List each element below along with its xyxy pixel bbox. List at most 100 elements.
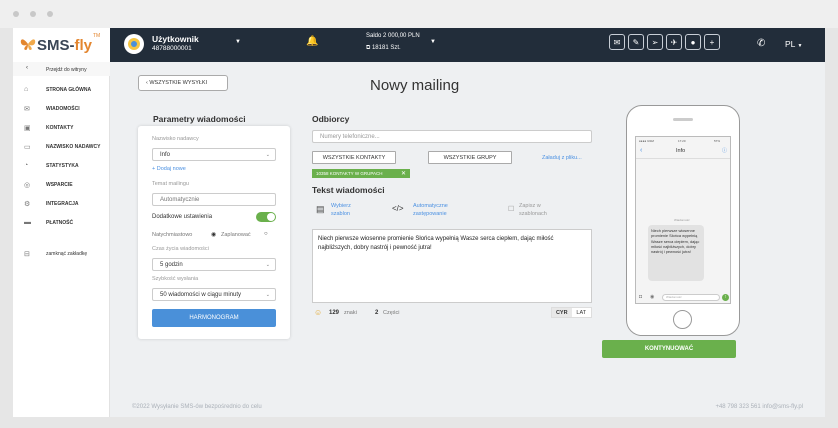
all-groups-button[interactable]: WSZYSTKIE GRUPY [428, 151, 512, 164]
add-sender-link[interactable]: + Dodaj nowe [152, 166, 186, 172]
sidebar-item-statistics[interactable]: ◔ STATYSTYKA [13, 159, 110, 173]
apps-icon: ◉ [650, 294, 655, 300]
close-icon[interactable]: ✕ [401, 170, 406, 177]
lifetime-select[interactable]: 5 godzin ⌄ [152, 258, 276, 271]
back-icon: ‹ [640, 147, 643, 154]
logo-text: SMS-fly [37, 37, 93, 54]
template-icon: ▤ [316, 204, 325, 214]
support-icon: ◎ [24, 182, 31, 189]
user-id: 48788000001 [152, 45, 192, 52]
preview-contact: Info [676, 148, 686, 154]
schedule-button[interactable]: HARMONOGRAM [152, 309, 276, 327]
integration-icon: ⚙ [24, 201, 31, 208]
email-icon[interactable]: ✉ [609, 34, 625, 50]
immediately-label: Natychmiastowo [152, 232, 193, 238]
footer-contact: +48 798 323 561 info@sms-fly.pl [715, 404, 803, 410]
phone-numbers-placeholder: Numery telefoniczne... [320, 133, 380, 140]
camera-icon: ◘ [639, 294, 643, 300]
chart-icon: ◔ [24, 162, 29, 169]
contacts-tag[interactable]: 10358 KONTAKTY W GRUPACH ✕ [312, 169, 410, 178]
page-title: Nowy mailing [370, 77, 460, 94]
sidebar-item-payment[interactable]: ▬ PŁATNOŚĆ [13, 216, 110, 230]
message-textarea[interactable]: Niech pierwsze wiosenne promienie Słońca… [312, 229, 592, 303]
preview-input: Wiadomość [662, 294, 720, 301]
sidebar-item-messages[interactable]: ✉ WIADOMOŚCI [13, 102, 110, 116]
subject-label: Temat mailingu [152, 181, 189, 187]
sidebar-item-sender[interactable]: ▭ NAZWISKO NADAWCY [13, 140, 110, 154]
subject-input[interactable]: Automatycznie [152, 193, 276, 206]
continue-button[interactable]: KONTYNUOWAĆ [602, 340, 736, 358]
subject-value: Automatycznie [160, 196, 200, 203]
sidebar-item-support[interactable]: ◎ WSPARCIE [13, 178, 110, 192]
all-contacts-button[interactable]: WSZYSTKIE KONTAKTY [312, 151, 396, 164]
schedule-radio[interactable]: ○ [264, 231, 268, 237]
phone-numbers-input[interactable]: Numery telefoniczne... [312, 130, 592, 143]
back-to-site-link[interactable]: ‹ Przejdź do witryny [13, 62, 110, 76]
all-mailings-button[interactable]: ‹ WSZYSTKIE WYSYŁKI [138, 75, 228, 91]
save-checkbox[interactable]: ☐ [508, 205, 514, 213]
params-title: Parametry wiadomości [153, 114, 246, 124]
envelope-icon: ✉ [24, 106, 30, 113]
sidebar-item-contacts[interactable]: ▣ KONTAKTY [13, 121, 110, 135]
sidebar-item-home[interactable]: ⌂ STRONA GŁÓWNA [13, 83, 110, 97]
sidebar-item-label: INTEGRACJA [46, 201, 79, 207]
preview-input-placeholder: Wiadomość [666, 295, 682, 299]
phone-screen: ●●●● GSM 17:20 57% ‹ Info ⓘ Wiadomość Ni… [635, 136, 731, 304]
sms-count-row: ⧉ 18181 Szt. [366, 45, 401, 52]
paperclip-icon[interactable]: ✎ [628, 34, 644, 50]
immediately-radio[interactable]: ◉ [211, 231, 216, 238]
send-outline-icon[interactable]: ➢ [647, 34, 663, 50]
sender-select[interactable]: Info ⌄ [152, 148, 276, 161]
lat-toggle[interactable]: LAT [572, 308, 592, 317]
sender-icon: ▭ [24, 144, 31, 151]
cyr-toggle[interactable]: CYR [552, 308, 572, 317]
sidebar-collapse[interactable]: ⊟ zamknąć zakładkę [13, 247, 110, 261]
schedule-label: Zaplanować [221, 232, 251, 238]
info-icon: ⓘ [722, 148, 728, 154]
contacts-tag-label: 10358 KONTAKTY W GRUPACH [316, 171, 383, 176]
phone-preview: ●●●● GSM 17:20 57% ‹ Info ⓘ Wiadomość Ni… [626, 105, 740, 336]
collapse-icon: ⊟ [24, 251, 30, 258]
language-chevron-icon: ▼ [797, 43, 803, 49]
footer-copyright: ©2022 Wysyłanie SMS-ów bezpośrednio do c… [132, 404, 262, 410]
lifetime-value: 5 godzin [160, 261, 183, 268]
auto-replace-link[interactable]: Automatyczne zastępowanie [413, 202, 448, 219]
choose-template-link[interactable]: Wybierz szablon [331, 202, 351, 219]
window-maximize-dot[interactable] [47, 11, 53, 17]
preview-time-label: Wiadomość [674, 218, 690, 222]
parts-count: 2 [375, 310, 379, 316]
group-icon[interactable]: ● [685, 34, 701, 50]
upload-file-link[interactable]: Załaduj z pliku... [542, 155, 582, 161]
add-channel-button[interactable]: + [704, 34, 720, 50]
logo[interactable]: SMS-fly TM [13, 28, 110, 62]
emoji-icon[interactable]: ☺ [314, 308, 322, 317]
status-battery: 57% [714, 139, 721, 143]
bell-icon[interactable]: 🔔 [306, 36, 318, 47]
window-close-dot[interactable] [13, 11, 19, 17]
user-menu-chevron-icon[interactable]: ▼ [235, 39, 241, 45]
phone-icon[interactable]: ✆ [757, 38, 765, 49]
sidebar: ‹ Przejdź do witryny ⌂ STRONA GŁÓWNA ✉ WIA… [13, 62, 110, 417]
speed-select[interactable]: 50 wiadomości w ciągu minuty ⌄ [152, 288, 276, 301]
phone-speaker [673, 118, 693, 121]
avatar-icon [128, 38, 140, 50]
lifetime-label: Czas życia wiadomości [152, 246, 209, 252]
sidebar-item-label: NAZWISKO NADAWCY [46, 144, 101, 150]
logo-trademark: TM [93, 33, 101, 39]
sidebar-item-integration[interactable]: ⚙ INTEGRACJA [13, 197, 110, 211]
back-to-site-label: Przejdź do witryny [46, 67, 87, 73]
balance-chevron-icon[interactable]: ▼ [430, 39, 436, 45]
code-icon: </> [392, 204, 404, 213]
language-selector[interactable]: PL ▼ [785, 39, 802, 49]
sidebar-collapse-label: zamknąć zakładkę [46, 251, 88, 257]
status-time: 17:20 [678, 139, 686, 143]
extra-settings-toggle[interactable] [256, 212, 276, 222]
extra-settings-label: Dodatkowe ustawienia [152, 214, 213, 220]
speed-label: Szybkość wysłania [152, 276, 199, 282]
telegram-icon[interactable]: ✈ [666, 34, 682, 50]
window-minimize-dot[interactable] [30, 11, 36, 17]
chevron-down-icon: ⌄ [265, 152, 270, 158]
user-avatar[interactable] [124, 34, 144, 54]
sidebar-item-label: WSPARCIE [46, 182, 73, 188]
top-bar: SMS-fly TM Użytkownik 48788000001 ▼ 🔔 Sa… [13, 28, 825, 62]
